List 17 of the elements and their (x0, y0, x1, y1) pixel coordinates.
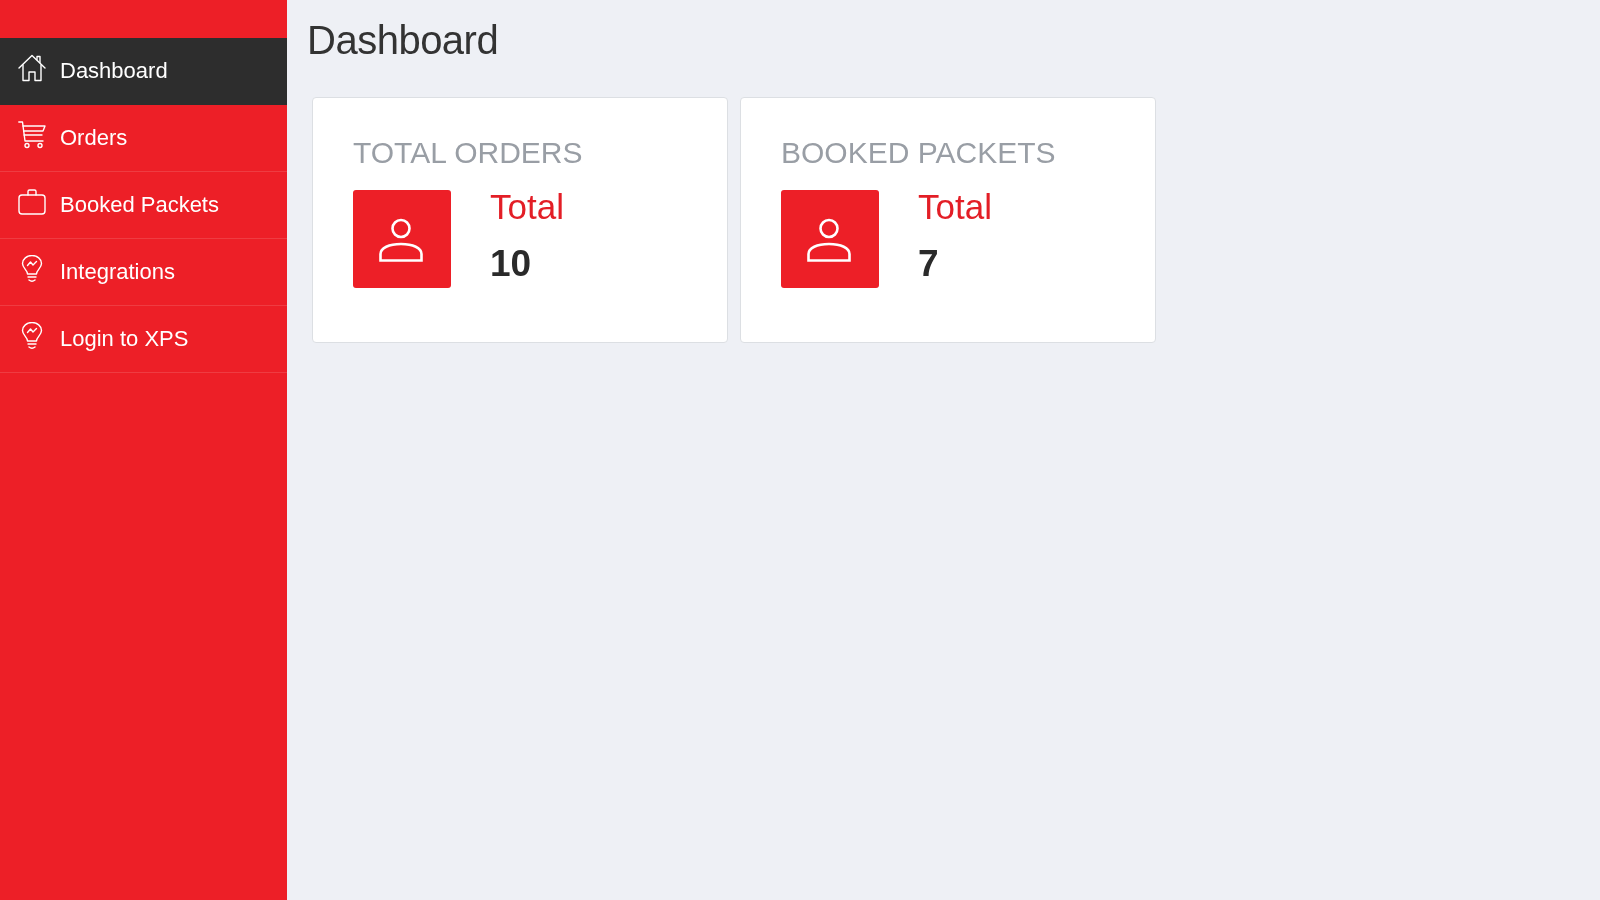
sidebar-item[interactable]: Integrations (0, 239, 287, 306)
sidebar-item[interactable]: Login to XPS (0, 306, 287, 373)
person-icon (781, 189, 879, 288)
page-title: Dashboard (307, 17, 499, 63)
sidebar-item[interactable]: Orders (0, 105, 287, 172)
sidebar-item[interactable]: Dashboard (0, 38, 287, 105)
stat-value: 7 (918, 242, 939, 286)
stat-value: 10 (490, 242, 532, 286)
home-icon (18, 54, 46, 82)
card-title: BOOKED PACKETS (781, 136, 1057, 171)
briefcase-icon (18, 188, 46, 216)
card-title: TOTAL ORDERS (353, 136, 584, 171)
person-icon (353, 189, 451, 288)
sidebar-item[interactable]: Booked Packets (0, 172, 287, 239)
stat-label: Total (490, 186, 564, 227)
cart-icon (18, 121, 46, 149)
stat-label: Total (918, 186, 992, 227)
